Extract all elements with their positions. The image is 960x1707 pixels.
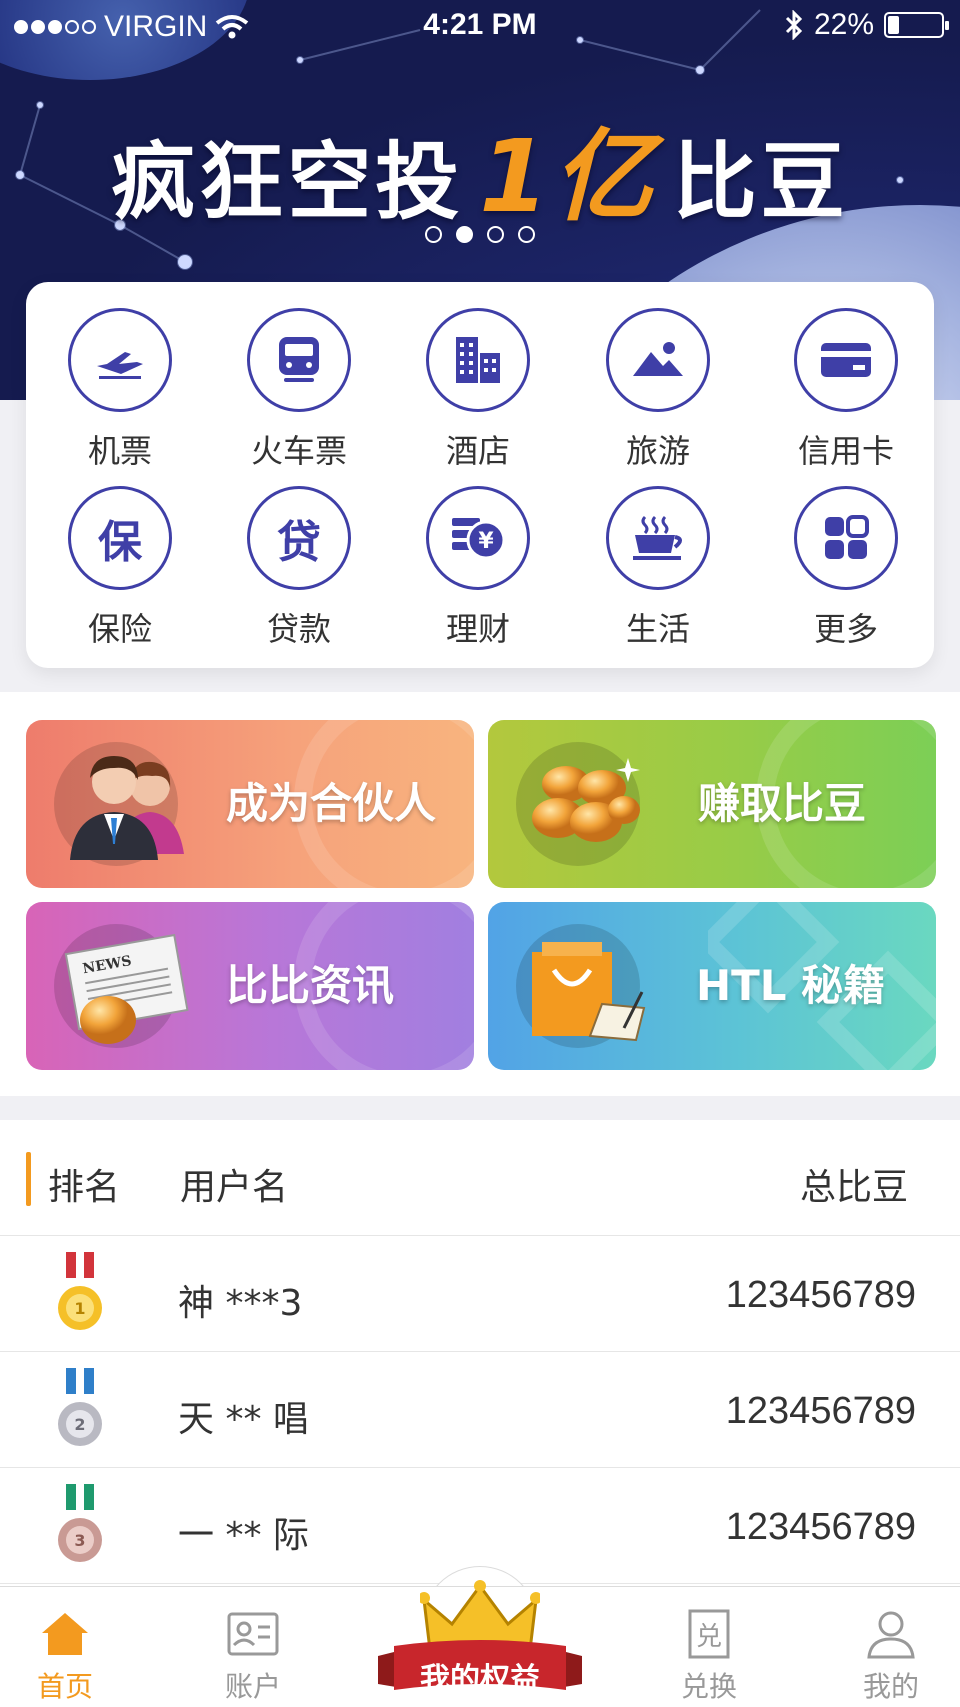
svg-text:¥: ¥ [478, 529, 494, 554]
finance-icon: ¥ [426, 486, 530, 590]
total-beans: 123456789 [725, 1390, 916, 1432]
gold-medal-icon: 1 [58, 1252, 102, 1330]
train-icon [247, 308, 351, 412]
service-hotel[interactable]: 酒店 [398, 308, 558, 472]
headline-prefix: 疯狂空投 [111, 133, 464, 231]
username: 神 ***3 [178, 1283, 303, 1324]
service-more[interactable]: 更多 [766, 486, 926, 650]
more-icon [794, 486, 898, 590]
headline-suffix: 比豆 [672, 133, 849, 231]
tile-label: HTL 秘籍 [696, 961, 886, 1010]
table-row[interactable]: 2 天 ** 唱 123456789 [0, 1352, 960, 1468]
home-icon [42, 1613, 88, 1655]
battery-level [888, 16, 900, 34]
service-label: 信用卡 [797, 432, 894, 470]
tab-label: 首页 [36, 1670, 93, 1703]
loan-icon: 贷 [247, 486, 351, 590]
credit-card-icon [794, 308, 898, 412]
service-finance[interactable]: ¥ 理财 [398, 486, 558, 650]
become-partner-tile[interactable]: 成为合伙人 [26, 720, 474, 888]
section-accent-bar [26, 1152, 31, 1206]
service-life[interactable]: 生活 [578, 486, 738, 650]
username: 一 ** 际 [178, 1515, 309, 1556]
coffee-icon [606, 486, 710, 590]
svg-text:1: 1 [74, 1299, 85, 1318]
exchange-ticket-icon: 兑 [688, 1609, 730, 1659]
table-row[interactable]: 1 神 ***3 123456789 [0, 1236, 960, 1352]
headline-amount: 1亿 [479, 118, 657, 235]
golden-beans-icon [532, 758, 640, 842]
service-label: 保险 [87, 610, 152, 648]
ranking-header: 排名 用户名 总比豆 [0, 1120, 960, 1236]
service-travel[interactable]: 旅游 [578, 308, 738, 472]
service-label: 理财 [445, 610, 510, 648]
bronze-medal-icon: 3 [58, 1484, 102, 1562]
service-label: 生活 [625, 610, 690, 648]
tab-home[interactable]: 首页 [0, 1587, 130, 1707]
tab-account[interactable]: 账户 [188, 1587, 318, 1707]
person-icon [867, 1611, 915, 1659]
svg-text:2: 2 [74, 1415, 85, 1434]
tab-exchange[interactable]: 兑 兑换 [644, 1587, 774, 1707]
id-card-icon [227, 1612, 279, 1656]
banner-headline: 疯狂空投 1亿 比豆 [0, 95, 960, 240]
service-train[interactable]: 火车票 [219, 308, 379, 472]
service-credit-card[interactable]: 信用卡 [766, 308, 926, 472]
services-grid: 机票 火车票 酒店 旅游 信用卡 保 保险 贷 贷款 ¥ 理财 生活 更多 [26, 282, 934, 668]
page-dot[interactable] [487, 226, 504, 243]
hotel-icon [426, 308, 530, 412]
service-loan[interactable]: 贷 贷款 [219, 486, 379, 650]
newspaper-icon: NEWS [64, 933, 189, 1044]
banner-page-dots [0, 226, 960, 243]
column-user: 用户名 [180, 1167, 289, 1208]
service-label: 更多 [813, 610, 878, 648]
page-dot-active[interactable] [456, 226, 473, 243]
ranking-table: 排名 用户名 总比豆 1 神 ***3 123456789 2 天 ** 唱 1… [0, 1120, 960, 1586]
shopping-bag-icon [532, 942, 646, 1042]
tile-label: 赚取比豆 [698, 779, 867, 828]
htl-guide-tile[interactable]: HTL 秘籍 [488, 902, 936, 1070]
tab-mine[interactable]: 我的 [826, 1587, 956, 1707]
news-tile[interactable]: NEWS 比比资讯 [26, 902, 474, 1070]
tile-label: 成为合伙人 [226, 779, 437, 828]
total-beans: 123456789 [725, 1274, 916, 1316]
service-label: 机票 [87, 432, 152, 470]
total-beans: 123456789 [725, 1506, 916, 1548]
tab-label: 我的 [862, 1670, 919, 1703]
service-label: 贷款 [266, 610, 331, 648]
service-insurance[interactable]: 保 保险 [40, 486, 200, 650]
tab-label: 账户 [224, 1670, 281, 1703]
bluetooth-icon [785, 10, 803, 40]
status-bar: VIRGIN 4:21 PM 22% [0, 0, 960, 56]
username: 天 ** 唱 [178, 1399, 309, 1440]
battery-percent: 22% [813, 8, 874, 41]
service-flight[interactable]: 机票 [40, 308, 200, 472]
service-label: 酒店 [445, 432, 510, 470]
tab-my-benefits[interactable]: 我的权益 [378, 1580, 582, 1707]
people-icon [70, 756, 184, 860]
silver-medal-icon: 2 [58, 1368, 102, 1446]
service-label: 旅游 [625, 432, 690, 470]
svg-text:3: 3 [74, 1531, 85, 1550]
column-total: 总比豆 [799, 1167, 908, 1208]
page-dot[interactable] [518, 226, 535, 243]
tab-label: 兑换 [680, 1670, 737, 1703]
tile-label: 比比资讯 [226, 961, 395, 1010]
svg-text:兑: 兑 [696, 1622, 722, 1652]
insurance-icon: 保 [68, 486, 172, 590]
battery-icon [884, 12, 949, 38]
column-rank: 排名 [48, 1167, 121, 1208]
benefits-label: 我的权益 [420, 1662, 540, 1697]
landscape-icon [606, 308, 710, 412]
page-dot[interactable] [425, 226, 442, 243]
service-label: 火车票 [250, 432, 347, 470]
plane-icon [68, 308, 172, 412]
earn-beans-tile[interactable]: 赚取比豆 [488, 720, 936, 888]
